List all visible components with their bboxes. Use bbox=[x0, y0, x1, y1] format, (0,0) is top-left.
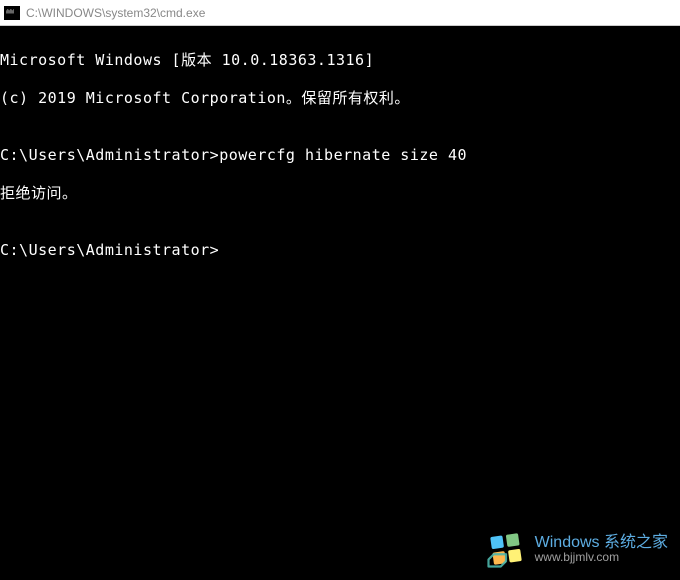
prompt: C:\Users\Administrator> bbox=[0, 146, 219, 164]
cmd-icon bbox=[4, 6, 20, 20]
terminal-output[interactable]: Microsoft Windows [版本 10.0.18363.1316] (… bbox=[0, 26, 680, 580]
window-title: C:\WINDOWS\system32\cmd.exe bbox=[26, 6, 205, 20]
watermark-text: Windows 系统之家 www.bjjmlv.com bbox=[535, 534, 668, 565]
window-titlebar[interactable]: C:\WINDOWS\system32\cmd.exe bbox=[0, 0, 680, 26]
terminal-line: (c) 2019 Microsoft Corporation。保留所有权利。 bbox=[0, 89, 680, 108]
terminal-line: 拒绝访问。 bbox=[0, 184, 680, 203]
windows-logo-icon bbox=[485, 528, 527, 570]
watermark: Windows 系统之家 www.bjjmlv.com bbox=[485, 528, 668, 570]
terminal-line: C:\Users\Administrator> bbox=[0, 241, 680, 260]
watermark-url: www.bjjmlv.com bbox=[535, 551, 668, 564]
terminal-line: Microsoft Windows [版本 10.0.18363.1316] bbox=[0, 51, 680, 70]
watermark-title: Windows 系统之家 bbox=[535, 534, 668, 552]
terminal-line: C:\Users\Administrator>powercfg hibernat… bbox=[0, 146, 680, 165]
command-text: powercfg hibernate size 40 bbox=[219, 146, 467, 164]
